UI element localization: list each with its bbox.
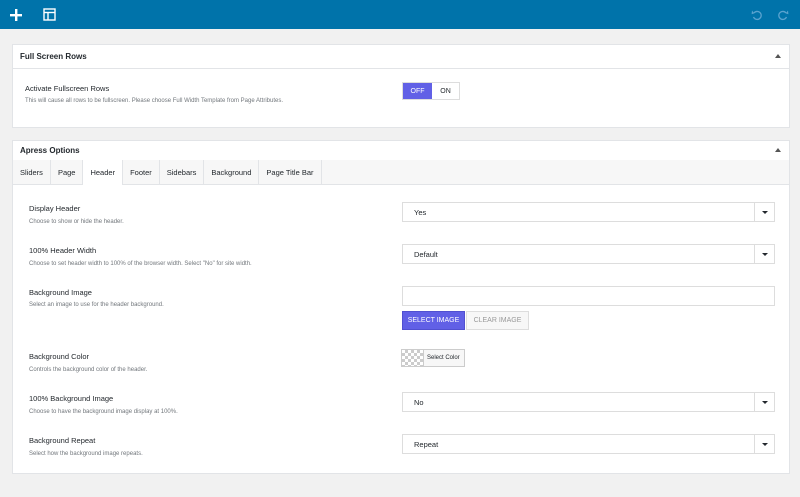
bg-color-desc: Controls the background color of the hea… [29, 367, 148, 373]
tab-header[interactable]: Header [83, 160, 124, 185]
panel-title: Apress Options [20, 146, 80, 155]
display-header-select[interactable]: Yes [402, 202, 775, 222]
layout-icon[interactable] [38, 0, 60, 29]
bg-full-select[interactable]: No [402, 392, 775, 412]
header-width-desc: Choose to set header width to 100% of th… [29, 261, 252, 267]
bg-image-desc: Select an image to use for the header ba… [29, 302, 164, 308]
select-value: No [414, 397, 424, 407]
collapse-arrow-icon[interactable] [775, 148, 781, 152]
select-image-button[interactable]: SELECT IMAGE [402, 311, 465, 330]
tab-page[interactable]: Page [51, 160, 84, 184]
bg-repeat-desc: Select how the background image repeats. [29, 451, 143, 457]
plus-icon[interactable] [5, 0, 27, 29]
color-picker-label: Select Color [427, 355, 460, 361]
color-swatch [402, 350, 424, 366]
tab-footer[interactable]: Footer [123, 160, 160, 184]
option-label: Activate Fullscreen Rows [25, 84, 110, 93]
bg-full-desc: Choose to have the background image disp… [29, 409, 178, 415]
bg-image-url-input[interactable] [402, 286, 775, 306]
option-description: This will cause all rows to be fullscree… [25, 98, 284, 104]
chevron-down-icon[interactable] [754, 245, 774, 263]
chevron-down-icon[interactable] [754, 203, 774, 221]
bg-color-label: Background Color [29, 352, 90, 361]
bg-repeat-select[interactable]: Repeat [402, 434, 775, 454]
toggle-on-button[interactable]: ON [432, 83, 459, 99]
panel-header[interactable]: Apress Options [13, 141, 789, 160]
redo-icon[interactable] [772, 0, 794, 29]
apress-options-panel: Apress Options Sliders Page Header Foote… [12, 140, 790, 474]
tab-sliders[interactable]: Sliders [13, 160, 51, 184]
undo-icon[interactable] [746, 0, 768, 29]
header-width-select[interactable]: Default [402, 244, 775, 264]
color-picker-button[interactable]: Select Color [401, 349, 465, 367]
tab-page-title-bar[interactable]: Page Title Bar [259, 160, 322, 184]
top-toolbar [0, 0, 800, 29]
chevron-down-icon[interactable] [754, 393, 774, 411]
toggle-off-button[interactable]: OFF [403, 83, 432, 99]
display-header-label: Display Header [29, 204, 81, 213]
bg-image-label: Background Image [29, 288, 92, 297]
tab-background[interactable]: Background [204, 160, 260, 184]
select-value: Yes [414, 207, 427, 217]
panel-header[interactable]: Full Screen Rows [13, 45, 789, 69]
bg-repeat-label: Background Repeat [29, 436, 96, 445]
tab-sidebars[interactable]: Sidebars [160, 160, 205, 184]
display-header-desc: Choose to show or hide the header. [29, 219, 124, 225]
select-value: Default [414, 249, 438, 259]
collapse-arrow-icon[interactable] [775, 54, 781, 58]
select-value: Repeat [414, 439, 439, 449]
fullscreen-rows-panel: Full Screen Rows Activate Fullscreen Row… [12, 44, 790, 128]
clear-image-button[interactable]: CLEAR IMAGE [466, 311, 529, 330]
header-width-label: 100% Header Width [29, 246, 97, 255]
bg-full-label: 100% Background Image [29, 394, 114, 403]
chevron-down-icon[interactable] [754, 435, 774, 453]
options-tabs: Sliders Page Header Footer Sidebars Back… [13, 160, 789, 185]
panel-title: Full Screen Rows [20, 52, 87, 61]
fullscreen-toggle: OFF ON [402, 82, 460, 100]
